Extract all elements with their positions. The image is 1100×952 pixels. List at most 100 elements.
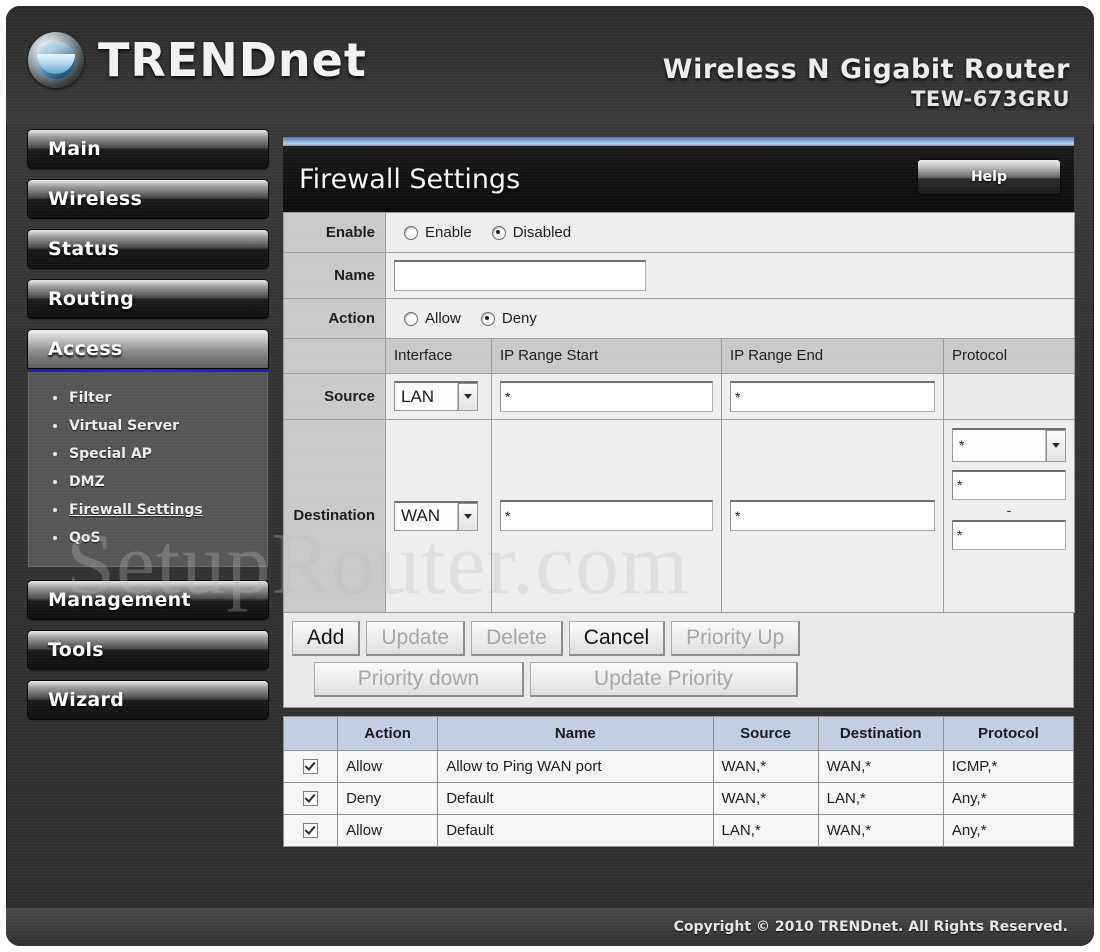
radio-dot-icon [480, 311, 495, 326]
row-name: Allow to Ping WAN port [437, 749, 714, 783]
bullet-icon [53, 452, 57, 456]
destination-interface-cell: WAN [385, 418, 492, 613]
sidebar-item-wizard[interactable]: Wizard [28, 681, 268, 719]
row-select-cell[interactable] [282, 813, 339, 847]
bullet-icon [53, 396, 57, 400]
page-header: TRENDnet Wireless N Gigabit Router TEW-6… [6, 6, 1094, 124]
port-range-separator: - [1006, 501, 1012, 518]
sidebar-item-wireless[interactable]: Wireless [28, 180, 268, 218]
sidebar-item-label: Management [48, 589, 191, 611]
column-header-interface: Interface [385, 338, 492, 374]
copyright-text: Copyright © 2010 TRENDnet. All Rights Re… [673, 919, 1068, 935]
sidebar-item-routing[interactable]: Routing [28, 280, 268, 318]
trendnet-globe-icon [28, 32, 84, 88]
radio-allow[interactable]: Allow [404, 310, 461, 327]
brand-logo: TRENDnet [28, 32, 367, 88]
source-interface-select[interactable]: LAN [394, 381, 478, 412]
source-protocol-cell [942, 372, 1076, 420]
table-row[interactable]: Deny Default WAN,* LAN,* Any,* [282, 781, 1075, 815]
radio-deny[interactable]: Deny [480, 310, 537, 327]
update-priority-button[interactable]: Update Priority [530, 661, 798, 697]
checkbox-icon[interactable] [303, 823, 319, 839]
destination-ip-range-start-input[interactable] [500, 500, 713, 532]
form-action-bar: Add Update Delete Cancel Priority Up Pri… [283, 612, 1074, 708]
submenu-item-label: Virtual Server [69, 418, 180, 434]
sidebar-item-dmz[interactable]: DMZ [29, 468, 267, 496]
submenu-item-label: DMZ [69, 474, 105, 490]
destination-interface-select[interactable]: WAN [394, 500, 478, 531]
row-destination: WAN,* [817, 749, 944, 783]
sidebar-item-special-ap[interactable]: Special AP [29, 440, 267, 468]
sidebar-item-label: Access [48, 338, 123, 360]
sidebar-item-label: Wireless [48, 188, 143, 210]
cancel-button[interactable]: Cancel [568, 620, 666, 656]
row-select-cell[interactable] [282, 749, 339, 783]
sidebar-item-status[interactable]: Status [28, 230, 268, 268]
action-row-label: Action [283, 298, 386, 339]
row-action: Deny [337, 781, 439, 815]
sidebar-item-label: Wizard [48, 689, 125, 711]
source-row-label: Source [283, 372, 386, 420]
destination-protocol-select[interactable]: * [952, 427, 1067, 462]
source-ip-end-cell [721, 372, 944, 420]
table-row[interactable]: Allow Allow to Ping WAN port WAN,* WAN,*… [282, 749, 1075, 783]
sidebar-item-label: Status [48, 238, 120, 260]
sidebar-item-firewall-settings[interactable]: Firewall Settings [29, 496, 267, 524]
radio-disabled[interactable]: Disabled [491, 224, 571, 241]
add-button[interactable]: Add [292, 620, 361, 656]
table-row[interactable]: Allow Default LAN,* WAN,* Any,* [282, 813, 1075, 847]
destination-port-end-input[interactable] [952, 519, 1067, 550]
priority-up-button[interactable]: Priority Up [671, 620, 801, 656]
row-source: WAN,* [712, 781, 819, 815]
sidebar-item-label: Tools [48, 639, 104, 661]
sidebar-item-filter[interactable]: Filter [29, 384, 267, 412]
row-select-cell[interactable] [282, 781, 339, 815]
rules-table: Action Name Source Destination Protocol … [282, 715, 1075, 847]
form-column-header-row: Interface IP Range Start IP Range End Pr… [283, 338, 1076, 374]
source-ip-range-end-input[interactable] [730, 380, 935, 412]
submenu-item-label: Firewall Settings [69, 502, 203, 518]
model-number: TEW-673GRU [911, 87, 1070, 111]
radio-enable[interactable]: Enable [404, 224, 472, 241]
firewall-rules-list: Action Name Source Destination Protocol … [282, 715, 1075, 847]
row-destination: LAN,* [817, 781, 944, 815]
delete-button[interactable]: Delete [471, 620, 563, 656]
checkbox-icon[interactable] [303, 791, 319, 807]
radio-dot-icon [404, 225, 418, 240]
sidebar-item-virtual-server[interactable]: Virtual Server [29, 412, 267, 440]
column-header-ip-range-end: IP Range End [721, 338, 944, 374]
radio-deny-label: Deny [501, 310, 537, 327]
bullet-icon [53, 480, 57, 484]
source-ip-start-cell [491, 372, 722, 420]
destination-protocol-value: * [959, 437, 965, 454]
page-footer: Copyright © 2010 TRENDnet. All Rights Re… [6, 908, 1094, 946]
name-row-label: Name [283, 252, 386, 299]
form-row-action: Action Allow Deny [283, 298, 1076, 339]
destination-ip-range-end-input[interactable] [730, 500, 935, 532]
update-button[interactable]: Update [366, 620, 466, 656]
sidebar-item-label: Main [48, 138, 101, 160]
help-button[interactable]: Help [918, 160, 1060, 194]
column-header-source: Source [712, 715, 819, 751]
row-protocol: Any,* [942, 813, 1075, 847]
rule-name-input[interactable] [394, 260, 646, 291]
destination-port-start-input[interactable] [952, 469, 1067, 500]
row-source: LAN,* [712, 813, 819, 847]
checkbox-icon[interactable] [303, 759, 319, 775]
row-action: Allow [337, 749, 439, 783]
sidebar-item-qos[interactable]: QoS [29, 524, 267, 552]
destination-protocol-cell: * - [942, 418, 1076, 613]
page-title: Firewall Settings [299, 163, 521, 195]
column-header-protocol: Protocol [942, 715, 1075, 751]
row-protocol: ICMP,* [942, 749, 1075, 783]
row-destination: WAN,* [817, 813, 944, 847]
sidebar-item-tools[interactable]: Tools [28, 631, 268, 669]
priority-down-button[interactable]: Priority down [314, 661, 524, 697]
sidebar-item-main[interactable]: Main [28, 130, 268, 168]
panel-title-bar: Firewall Settings Help [283, 146, 1074, 212]
sidebar-item-access[interactable]: Access [28, 330, 268, 368]
source-ip-range-start-input[interactable] [500, 380, 713, 412]
sidebar-item-label: Routing [48, 288, 135, 310]
sidebar-item-management[interactable]: Management [28, 581, 268, 619]
chevron-down-icon [1045, 429, 1066, 461]
